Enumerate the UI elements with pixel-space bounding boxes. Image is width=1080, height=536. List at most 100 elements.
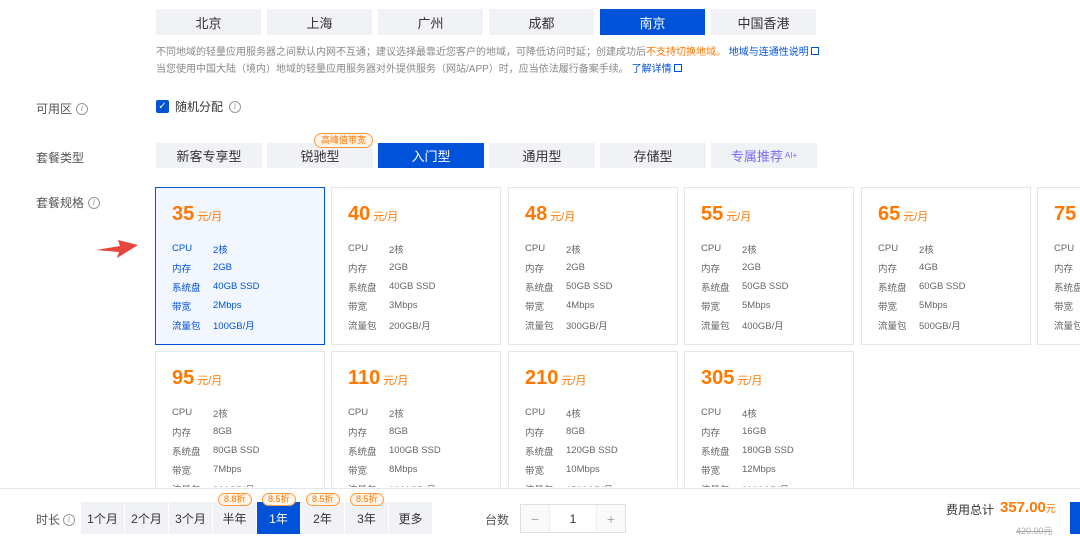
spec-key: 内存: [878, 263, 898, 275]
learn-more-link[interactable]: 了解详情: [632, 64, 682, 75]
spec-row: 带宽 5Mbps: [701, 296, 788, 315]
spec-row: 流量包 400GB/月: [701, 315, 788, 334]
spec-row: CPU 2核: [348, 403, 441, 422]
spec-key: 系统盘: [1054, 282, 1080, 294]
spec-row: 内存 2GB: [525, 258, 612, 277]
info-circle-icon[interactable]: i: [76, 102, 89, 115]
spec-value: 5Mbps: [919, 300, 948, 311]
info-circle-icon[interactable]: i: [88, 196, 101, 209]
spec-key: CPU: [172, 243, 193, 254]
spec-row: CPU 2核: [172, 239, 259, 258]
spec-row: 系统盘 50GB SSD: [701, 277, 788, 296]
spec-key: 内存: [1054, 263, 1074, 275]
plan-type-option[interactable]: 通用型: [489, 143, 595, 168]
spec-key: 流量包: [348, 482, 389, 488]
info-circle-icon[interactable]: i: [229, 100, 242, 113]
plan-spec-label: 套餐规格 i: [36, 194, 101, 211]
plan-card[interactable]: 75元/月 CPU 内存系统盘带宽流量包: [1037, 187, 1080, 345]
plan-card[interactable]: 48 元/月 CPU 2核 内存 2GB 系统盘 50GB SSD 带宽 4Mbps 流量包 300G…: [508, 187, 678, 345]
spec-row: 流量包1500GB/月: [525, 479, 618, 488]
spec-value: 4核: [566, 408, 581, 420]
az-label: 可用区 i: [36, 100, 89, 117]
spec-key: 内存: [348, 263, 368, 275]
duration-option[interactable]: 1个月: [81, 502, 124, 534]
plan-price: 40 元/月: [348, 203, 398, 226]
spec-value: 800GB/月: [213, 482, 255, 488]
az-option-label: 随机分配: [175, 100, 224, 114]
duration-label-text: 3年: [357, 511, 376, 526]
spec-key: 带宽: [701, 465, 721, 477]
duration-option[interactable]: 3年 8.5折: [345, 493, 388, 534]
spec-key: 内存: [701, 427, 721, 439]
spec-value: 4核: [742, 408, 757, 420]
plan-specs: CPU 4核内存 16GB 系统盘 180GB SSD 带宽 12Mbps 流量包2000GB…: [701, 403, 794, 487]
spec-value: 10Mbps: [566, 464, 600, 475]
plan-price-unit: 元/月: [550, 211, 576, 223]
plan-type-option[interactable]: 存储型: [600, 143, 706, 168]
quantity-input[interactable]: 1: [549, 505, 597, 532]
plan-price-unit: 元/月: [197, 211, 223, 223]
spec-key: 系统盘: [525, 282, 554, 294]
duration-option[interactable]: 2年 8.5折: [301, 493, 344, 534]
plan-card[interactable]: 35 元/月 CPU 2核 内存 2GB 系统盘 40GB SSD 带宽 2Mbps 流量包 100G…: [155, 187, 325, 345]
plan-specs: CPU 内存系统盘带宽 流量包: [1054, 239, 1080, 334]
spec-value: 2GB: [213, 262, 233, 273]
spec-row: CPU 2核: [172, 403, 259, 422]
plan-card[interactable]: 305元/月 CPU 4核内存 16GB 系统盘 180GB SSD 带宽 12Mbps 流量包…: [684, 351, 854, 487]
spec-value: 3Mbps: [389, 300, 418, 311]
spec-key: 系统盘: [701, 282, 730, 294]
spec-key: 内存: [701, 263, 721, 275]
spec-key: CPU: [1054, 243, 1075, 254]
plan-card[interactable]: 55 元/月 CPU 2核 内存 2GB 系统盘 50GB SSD 带宽 5Mbps 流量包 400G…: [684, 187, 854, 345]
spec-row: 系统盘 80GB SSD: [172, 441, 259, 460]
duration-option[interactable]: 1年 8.5折: [257, 493, 300, 534]
duration-option[interactable]: 更多: [389, 502, 432, 534]
region-option[interactable]: 广州: [378, 9, 483, 35]
plan-card[interactable]: 40 元/月 CPU 2核 内存 2GB 系统盘 40GB SSD 带宽 3Mbps 流量包 200G…: [331, 187, 501, 345]
plan-card[interactable]: 210元/月 CPU 4核内存 8GB 系统盘 120GB SSD 带宽 10Mbps 流量包1…: [508, 351, 678, 487]
plan-card[interactable]: 65 元/月 CPU 2核 内存 4GB 系统盘 60GB SSD 带宽 5Mbps 流量包 500G…: [861, 187, 1031, 345]
plan-specs: CPU 2核内存 8GB 系统盘 80GB SSD 带宽 7Mbps 流量包800GB/月: [172, 403, 259, 487]
spec-row: 带宽: [1054, 296, 1080, 315]
spec-key: 内存: [348, 427, 368, 439]
region-option[interactable]: 成都: [489, 9, 594, 35]
plan-price-unit: 元/月: [737, 375, 763, 387]
spec-key: 流量包: [525, 482, 566, 488]
spec-value: 400GB/月: [742, 320, 784, 332]
region-option[interactable]: 北京: [156, 9, 261, 35]
checkmark-icon[interactable]: ✓: [156, 100, 169, 113]
plan-card[interactable]: 95元/月 CPU 2核内存 8GB 系统盘 80GB SSD 带宽 7Mbps 流量包800G…: [155, 351, 325, 487]
spec-key: 内存: [172, 263, 192, 275]
purchase-bar: 时长 i 1个月 2个月 3个月 半年 8.8折 1年 8.5折 2年 8.5折 3年 8.5折 更多 …: [0, 488, 1080, 536]
region-connectivity-link[interactable]: 地域与连通性说明: [729, 47, 819, 58]
plan-type-option[interactable]: 新客专享型: [156, 143, 262, 168]
total-label: 费用总计: [946, 503, 995, 517]
plan-type-option[interactable]: 入门型: [378, 143, 484, 168]
spec-key: 内存: [525, 263, 545, 275]
plan-type-option[interactable]: 专属推荐 AI+: [711, 143, 817, 168]
region-option[interactable]: 南京: [600, 9, 705, 35]
plan-price: 55 元/月: [701, 203, 751, 226]
info-circle-icon[interactable]: i: [63, 513, 76, 526]
duration-selector: 1个月 2个月 3个月 半年 8.8折 1年 8.5折 2年 8.5折 3年 8.5折 更多: [81, 493, 432, 534]
plan-price-value: 305: [701, 367, 735, 389]
quantity-minus-button[interactable]: −: [521, 505, 549, 532]
buy-button[interactable]: [1070, 502, 1080, 534]
spec-key: CPU: [525, 243, 546, 254]
spec-row: 系统盘: [1054, 277, 1080, 296]
duration-option[interactable]: 3个月: [169, 502, 212, 534]
duration-option[interactable]: 半年 8.8折: [213, 493, 256, 534]
ai-badge: AI+: [784, 151, 798, 160]
az-random-option[interactable]: ✓ 随机分配 i: [156, 98, 242, 115]
spec-row: 流量包: [1054, 315, 1080, 334]
spec-value: 16GB: [742, 426, 767, 437]
quantity-plus-button[interactable]: +: [597, 505, 625, 532]
spec-row: 流量包 300GB/月: [525, 315, 612, 334]
spec-key: 系统盘: [172, 446, 201, 458]
region-option[interactable]: 中国香港: [711, 9, 816, 35]
plan-card[interactable]: 110元/月 CPU 2核内存 8GB 系统盘 100GB SSD 带宽 8Mbps 流量包10…: [331, 351, 501, 487]
region-option[interactable]: 上海: [267, 9, 372, 35]
spec-key: 带宽: [348, 301, 368, 313]
spec-value: 60GB SSD: [919, 281, 966, 292]
duration-option[interactable]: 2个月: [125, 502, 168, 534]
